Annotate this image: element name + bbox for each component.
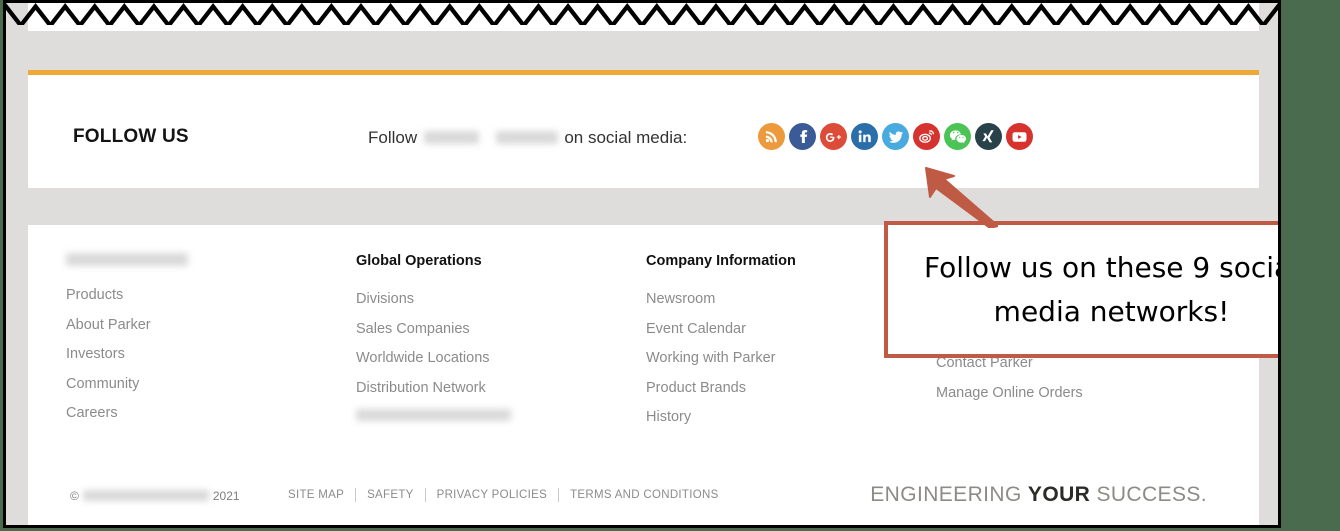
youtube-icon[interactable] [1006, 123, 1033, 150]
follow-sentence-suffix: on social media: [564, 128, 688, 147]
footer-link[interactable]: Products [66, 287, 356, 304]
social-media-icon-row [758, 123, 1033, 150]
footer-link[interactable]: Community [66, 376, 356, 393]
footer-link[interactable]: Sales Companies [356, 321, 646, 338]
linkedin-icon[interactable] [851, 123, 878, 150]
legal-link[interactable]: SITE MAP [288, 489, 355, 501]
legal-link[interactable]: PRIVACY POLICIES [426, 489, 558, 501]
follow-sentence-prefix: Follow [368, 128, 418, 147]
torn-edge-decoration [6, 3, 1278, 25]
footer-column-heading [66, 253, 188, 266]
company-tagline: ENGINEERING YOUR SUCCESS. [870, 483, 1207, 507]
footer-column-2: Global Operations Divisions Sales Companie… [356, 253, 646, 439]
legal-link[interactable]: TERMS AND CONDITIONS [559, 489, 729, 501]
footer-link[interactable]: Worldwide Locations [356, 350, 646, 367]
legal-links: SITE MAP SAFETY PRIVACY POLICIES TERMS AND … [288, 488, 730, 502]
tagline-part-3: SUCCESS. [1090, 483, 1207, 506]
footer-link[interactable]: Distribution Network [356, 380, 646, 397]
follow-us-sentence: Follow on social media: [368, 128, 687, 148]
orange-accent-rule [28, 70, 1259, 75]
footer-link[interactable]: Investors [66, 346, 356, 363]
annotation-arrow-icon [925, 167, 998, 228]
footer-link[interactable]: Divisions [356, 291, 646, 308]
legal-link[interactable]: SAFETY [356, 489, 425, 501]
footer-link[interactable]: Careers [66, 405, 356, 422]
twitter-icon[interactable] [882, 123, 909, 150]
wechat-icon[interactable] [944, 123, 971, 150]
copyright-symbol: © [70, 489, 79, 503]
annotation-callout-text: Follow us on these 9 social media networ… [924, 251, 1281, 328]
screenshot-frame: FOLLOW US Follow on social media: Produc… [3, 0, 1281, 528]
tagline-part-1: ENGINEERING [870, 483, 1028, 506]
redacted-copyright-company [82, 490, 209, 502]
copyright-year: 2021 [212, 489, 240, 503]
google-plus-icon[interactable] [820, 123, 847, 150]
legal-bar: © 2021 SITE MAP SAFETY PRIVACY POLICIES TERM… [70, 483, 1239, 513]
weibo-icon[interactable] [913, 123, 940, 150]
rss-icon[interactable] [758, 123, 785, 150]
tagline-part-2: YOUR [1027, 483, 1091, 506]
footer-link[interactable]: History [646, 409, 936, 426]
footer-column-1: Products About Parker Investors Community Ca… [66, 253, 356, 439]
footer-link-redacted [356, 409, 511, 421]
footer-link[interactable]: Manage Online Orders [936, 385, 1226, 402]
footer-link[interactable]: Product Brands [646, 380, 936, 397]
xing-icon[interactable] [975, 123, 1002, 150]
follow-us-heading: FOLLOW US [73, 126, 189, 147]
redacted-brand-word-1 [423, 131, 479, 145]
footer-column-heading: Global Operations [356, 253, 482, 269]
copyright-notice: © 2021 [70, 489, 240, 503]
redacted-brand-word-2 [495, 131, 558, 145]
follow-us-section: FOLLOW US Follow on social media: [28, 70, 1259, 188]
facebook-icon[interactable] [789, 123, 816, 150]
annotation-callout: Follow us on these 9 social media networ… [884, 221, 1281, 358]
footer-link[interactable]: About Parker [66, 317, 356, 334]
